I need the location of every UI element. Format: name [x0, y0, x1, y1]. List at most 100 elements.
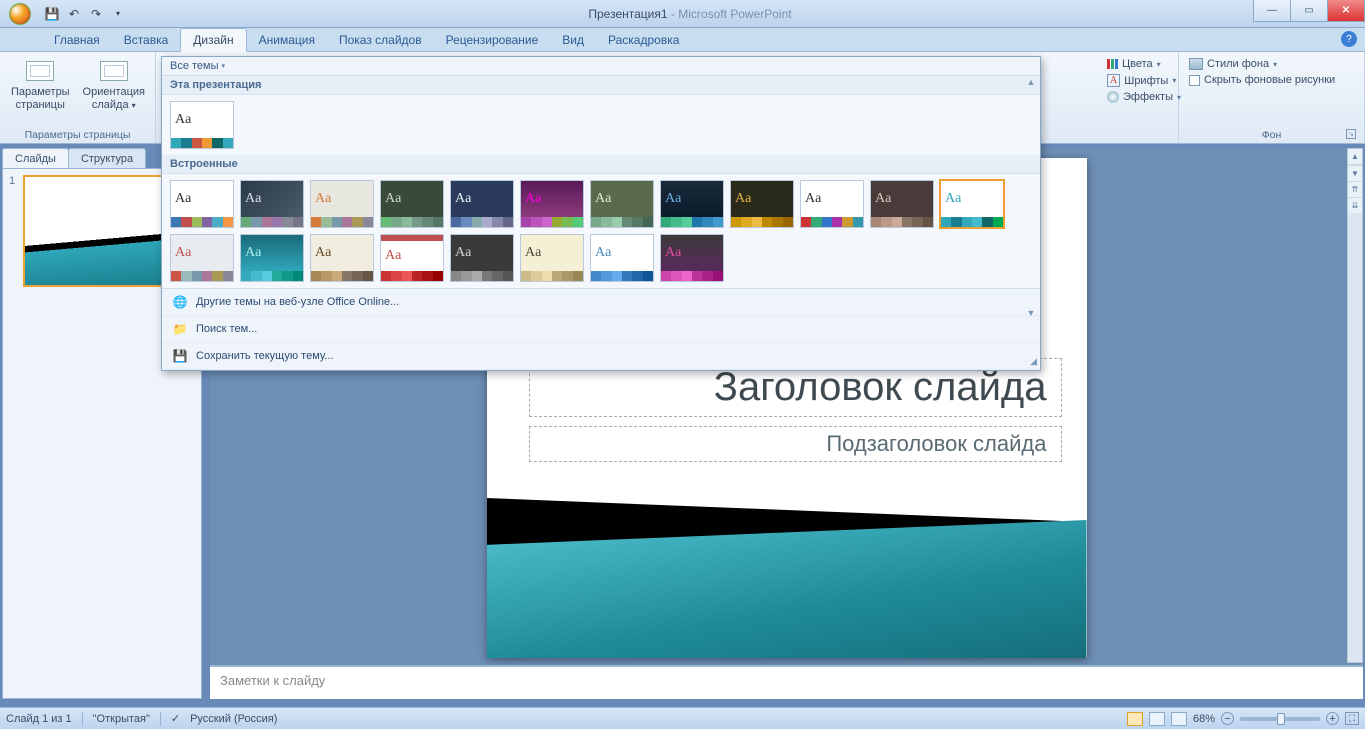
prev-slide-icon[interactable]: ⇈: [1348, 181, 1362, 197]
vertical-scrollbar[interactable]: ▲ ▼ ⇈ ⇊: [1347, 148, 1363, 663]
tab-slides[interactable]: Слайды: [2, 148, 69, 169]
hide-background-checkbox[interactable]: Скрыть фоновые рисунки: [1185, 72, 1339, 88]
side-panel-tabs: Слайды Структура: [2, 148, 145, 169]
qat-customize-icon[interactable]: ▾: [110, 6, 126, 22]
colors-button[interactable]: Цвета▾: [1103, 56, 1165, 72]
background-styles-label: Стили фона: [1207, 58, 1269, 70]
undo-icon[interactable]: ↶: [66, 6, 82, 22]
theme-thumb[interactable]: Aa: [240, 180, 304, 228]
themes-this-grid: Aa: [162, 95, 1040, 155]
tab-insert[interactable]: Вставка: [112, 29, 181, 51]
theme-thumb[interactable]: Aa: [660, 234, 724, 282]
theme-thumb[interactable]: Aa: [450, 234, 514, 282]
more-themes-online[interactable]: 🌐 Другие темы на веб-узле Office Online.…: [162, 289, 1040, 316]
tab-slideshow[interactable]: Показ слайдов: [327, 29, 434, 51]
tab-review[interactable]: Рецензирование: [434, 29, 551, 51]
themes-gallery-dropdown: Все темы▾ Эта презентация Aa Встроенные …: [161, 56, 1041, 371]
effects-button[interactable]: Эффекты▾: [1103, 89, 1185, 105]
status-language[interactable]: Русский (Россия): [190, 713, 277, 725]
theme-thumb[interactable]: Aa: [240, 234, 304, 282]
tab-storyboard[interactable]: Раскадровка: [596, 29, 691, 51]
theme-thumb[interactable]: Aa: [450, 180, 514, 228]
theme-thumb[interactable]: Aa: [870, 180, 934, 228]
browse-themes-label: Поиск тем...: [196, 323, 257, 335]
theme-thumb[interactable]: Aa: [380, 180, 444, 228]
redo-icon[interactable]: ↷: [88, 6, 104, 22]
save-current-theme[interactable]: 💾 Сохранить текущую тему...: [162, 343, 1040, 370]
more-themes-online-label: Другие темы на веб-узле Office Online...: [196, 296, 399, 308]
page-setup-label: Параметры страницы: [10, 86, 71, 111]
theme-thumb[interactable]: Aa: [380, 234, 444, 282]
theme-thumb-current[interactable]: Aa: [170, 101, 234, 149]
tab-view[interactable]: Вид: [550, 29, 596, 51]
slide-thumbnail[interactable]: [23, 175, 173, 287]
theme-thumb[interactable]: Aa: [170, 234, 234, 282]
zoom-in-button[interactable]: +: [1326, 712, 1339, 725]
view-normal-button[interactable]: [1127, 712, 1143, 726]
theme-thumb[interactable]: Aa: [590, 234, 654, 282]
help-icon[interactable]: ?: [1341, 31, 1357, 47]
theme-thumb[interactable]: Aa: [800, 180, 864, 228]
ribbon-tabs: Главная Вставка Дизайн Анимация Показ сл…: [0, 28, 1365, 52]
minimize-button[interactable]: —: [1253, 0, 1291, 22]
all-themes-header[interactable]: Все темы▾: [162, 57, 1040, 76]
slide-background-band: [487, 498, 1087, 658]
notes-pane[interactable]: Заметки к слайду: [210, 665, 1363, 699]
group-background-label: Фон ↘: [1185, 127, 1358, 141]
scroll-up-arrow-icon[interactable]: ▲: [1348, 149, 1362, 165]
view-sorter-button[interactable]: [1149, 712, 1165, 726]
view-slideshow-button[interactable]: [1171, 712, 1187, 726]
theme-thumb[interactable]: Aa: [520, 234, 584, 282]
resize-grip-icon[interactable]: ◢: [1030, 356, 1037, 367]
colors-label: Цвета: [1122, 58, 1153, 70]
scroll-up-icon[interactable]: ▲: [1024, 77, 1038, 87]
theme-thumb[interactable]: Aa: [310, 234, 374, 282]
group-page-setup: Параметры страницы Ориентация слайда ▾ П…: [0, 52, 156, 143]
background-styles-button[interactable]: Стили фона▾: [1185, 56, 1281, 72]
page-setup-button[interactable]: Параметры страницы: [6, 56, 75, 113]
effects-icon: [1107, 91, 1119, 103]
spellcheck-icon[interactable]: ✓: [171, 712, 180, 725]
slide-orientation-label: Ориентация слайда ▾: [83, 86, 145, 111]
browse-themes[interactable]: 📁 Поиск тем...: [162, 316, 1040, 343]
slide-orientation-button[interactable]: Ориентация слайда ▾: [79, 56, 149, 113]
section-builtin: Встроенные: [162, 155, 1040, 174]
colors-icon: [1107, 59, 1118, 69]
scroll-down-arrow-icon[interactable]: ▼: [1348, 165, 1362, 181]
document-name: Презентация1: [588, 7, 667, 21]
hide-background-label: Скрыть фоновые рисунки: [1204, 74, 1335, 86]
next-slide-icon[interactable]: ⇊: [1348, 197, 1362, 213]
gallery-scroll: ▲ ▼: [1024, 77, 1038, 318]
group-page-setup-label: Параметры страницы: [6, 127, 149, 141]
group-background: Стили фона▾ Скрыть фоновые рисунки Фон ↘: [1179, 52, 1365, 143]
tab-home[interactable]: Главная: [42, 29, 112, 51]
theme-thumb[interactable]: Aa: [310, 180, 374, 228]
zoom-out-button[interactable]: −: [1221, 712, 1234, 725]
fit-to-window-button[interactable]: ⛶: [1345, 712, 1359, 725]
tab-outline[interactable]: Структура: [68, 148, 146, 169]
globe-icon: 🌐: [172, 294, 188, 310]
save-icon[interactable]: 💾: [44, 6, 60, 22]
scroll-down-icon[interactable]: ▼: [1024, 308, 1038, 318]
window-controls: — ▭ ✕: [1254, 0, 1365, 27]
theme-thumb[interactable]: Aa: [170, 180, 234, 228]
tab-design[interactable]: Дизайн: [180, 28, 246, 52]
slide-subtitle-placeholder[interactable]: Подзаголовок слайда: [529, 426, 1062, 462]
maximize-button[interactable]: ▭: [1290, 0, 1328, 22]
theme-thumb[interactable]: Aa: [660, 180, 724, 228]
theme-thumb[interactable]: Aa: [520, 180, 584, 228]
theme-thumb[interactable]: Aa: [940, 180, 1004, 228]
theme-thumb[interactable]: Aa: [590, 180, 654, 228]
close-button[interactable]: ✕: [1327, 0, 1365, 22]
status-slide-count: Слайд 1 из 1: [6, 713, 72, 725]
office-button[interactable]: [0, 0, 40, 28]
zoom-level[interactable]: 68%: [1193, 713, 1215, 725]
effects-label: Эффекты: [1123, 91, 1173, 103]
folder-icon: 📁: [172, 321, 188, 337]
zoom-slider[interactable]: [1240, 717, 1320, 721]
fonts-button[interactable]: A Шрифты▾: [1103, 72, 1180, 89]
tab-animation[interactable]: Анимация: [247, 29, 327, 51]
status-bar: Слайд 1 из 1 "Открытая" ✓ Русский (Росси…: [0, 707, 1365, 729]
dialog-launcher-icon[interactable]: ↘: [1346, 129, 1356, 139]
theme-thumb[interactable]: Aa: [730, 180, 794, 228]
